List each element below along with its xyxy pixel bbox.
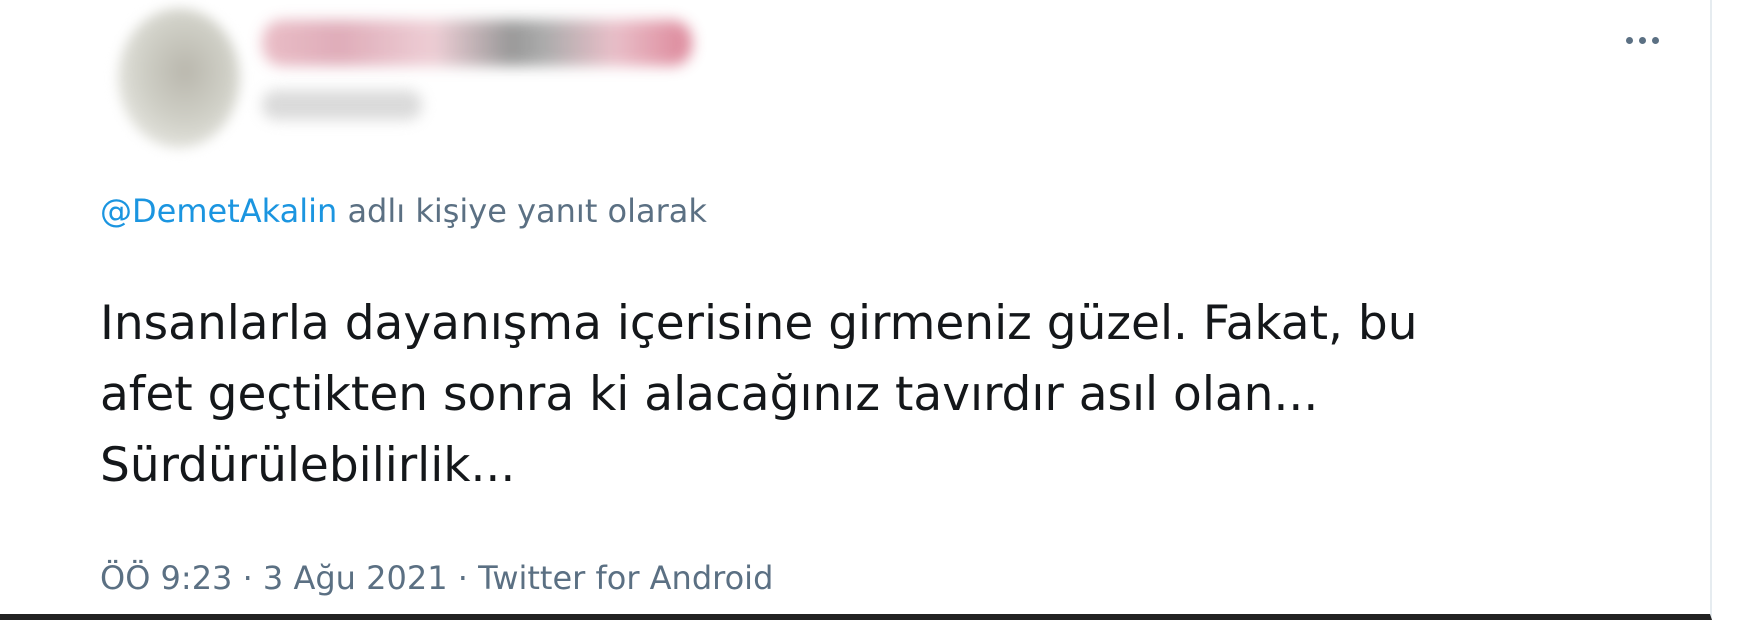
tweet-time[interactable]: ÖÖ 9:23 xyxy=(100,559,232,597)
meta-separator: · xyxy=(447,559,479,597)
author-handle-redacted xyxy=(262,90,422,120)
tweet-source-link[interactable]: Twitter for Android xyxy=(478,559,773,597)
reply-context: @DemetAkalin adlı kişiye yanıt olarak xyxy=(100,188,707,234)
tweet-text: Insanlarla dayanışma içerisine girmeniz … xyxy=(100,296,1418,493)
tweet-date[interactable]: 3 Ağu 2021 xyxy=(263,559,448,597)
meta-separator: · xyxy=(232,559,263,597)
tweet-metadata: ÖÖ 9:23 · 3 Ağu 2021 · Twitter for Andro… xyxy=(100,556,773,600)
reply-context-label: adlı kişiye yanıt olarak xyxy=(347,192,707,230)
avatar[interactable] xyxy=(118,8,240,148)
tweet-card: @DemetAkalin adlı kişiye yanıt olarak In… xyxy=(0,0,1712,620)
reply-mention-link[interactable]: @DemetAkalin xyxy=(100,192,337,230)
more-horizontal-icon xyxy=(1625,36,1659,44)
author-name-redacted[interactable] xyxy=(262,20,692,66)
more-options-button[interactable] xyxy=(1614,22,1670,58)
